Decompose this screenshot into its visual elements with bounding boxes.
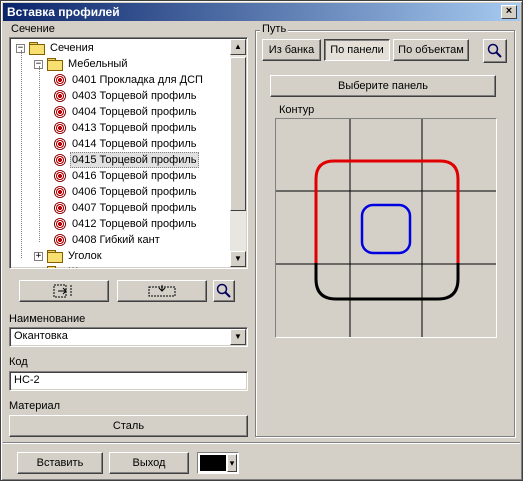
tree-folder-item[interactable]: − Сечения bbox=[16, 40, 96, 56]
tree-item-label: 0404 Торцевой профиль bbox=[72, 106, 197, 118]
tree-profile-item[interactable]: 0413 Торцевой профиль bbox=[54, 120, 199, 136]
tree-profile-item[interactable]: 0407 Торцевой профиль bbox=[54, 200, 199, 216]
tree-profile-item[interactable]: 0415 Торцевой профиль bbox=[54, 152, 199, 168]
tree-scrollbar[interactable]: ▲ ▼ bbox=[230, 39, 246, 267]
tree-item-label: 0403 Торцевой профиль bbox=[72, 90, 197, 102]
tree-folder-item[interactable]: − Мебельный bbox=[34, 56, 130, 72]
inner-contour bbox=[360, 203, 412, 255]
tree-item-label: 0408 Гибкий кант bbox=[72, 234, 160, 246]
tab-by-panel[interactable]: По панели bbox=[324, 39, 390, 61]
folder-icon bbox=[47, 266, 63, 268]
tree-item-label: 0407 Торцевой профиль bbox=[72, 202, 197, 214]
window-title: Вставка профилей bbox=[7, 5, 120, 19]
insert-edge-button[interactable] bbox=[117, 280, 207, 302]
path-search-button[interactable] bbox=[483, 39, 507, 63]
profile-target-icon bbox=[54, 154, 66, 166]
path-group-title: Путь bbox=[260, 23, 289, 35]
tree-profile-item[interactable]: 0416 Торцевой профиль bbox=[54, 168, 199, 184]
tree-profile-item[interactable]: 0404 Торцевой профиль bbox=[54, 104, 199, 120]
tree-profile-item[interactable]: 0408 Гибкий кант bbox=[54, 232, 162, 248]
expand-icon[interactable]: + bbox=[34, 251, 43, 261]
tab-by-objects[interactable]: По объектам bbox=[393, 39, 469, 61]
profile-target-icon bbox=[54, 106, 66, 118]
tree-folder-item[interactable]: + Ш... bbox=[34, 264, 89, 268]
scroll-thumb[interactable] bbox=[230, 57, 246, 211]
tree-item-label: 0413 Торцевой профиль bbox=[72, 122, 197, 134]
chevron-down-icon[interactable]: ▼ bbox=[230, 329, 246, 345]
tree-item-label: 0415 Торцевой профиль bbox=[70, 152, 199, 168]
tree-item-label: Уголок bbox=[68, 250, 102, 262]
material-label: Материал bbox=[9, 400, 60, 412]
name-value: Окантовка bbox=[14, 330, 68, 342]
tree-item-label: Сечения bbox=[50, 42, 94, 54]
expand-icon[interactable]: + bbox=[34, 267, 43, 268]
folder-icon bbox=[29, 42, 45, 55]
dialog-window: Вставка профилей × Сечение − Сечения − Мебе… bbox=[0, 0, 523, 481]
profile-target-icon bbox=[54, 202, 66, 214]
code-label: Код bbox=[9, 356, 28, 368]
insert-frame-button[interactable] bbox=[19, 280, 109, 302]
footer-separator bbox=[3, 442, 520, 444]
tree-item-label: 0416 Торцевой профиль bbox=[72, 170, 197, 182]
magnifier-icon bbox=[487, 43, 502, 58]
name-label: Наименование bbox=[9, 313, 86, 325]
folder-icon bbox=[47, 250, 63, 263]
tab-from-bank[interactable]: Из банка bbox=[262, 39, 321, 61]
profile-target-icon bbox=[54, 218, 66, 230]
tree-profile-item[interactable]: 0403 Торцевой профиль bbox=[54, 88, 199, 104]
close-button[interactable]: × bbox=[501, 5, 517, 19]
select-panel-button[interactable]: Выберите панель bbox=[270, 75, 496, 97]
section-label: Сечение bbox=[11, 23, 55, 35]
scroll-down-button[interactable]: ▼ bbox=[230, 251, 246, 267]
profile-target-icon bbox=[54, 138, 66, 150]
tree-item-label: Ш... bbox=[66, 264, 89, 268]
section-tree[interactable]: − Сечения − Мебельный 0401 Прокладка для ДСП… bbox=[9, 37, 248, 269]
tree-item-label: 0414 Торцевой профиль bbox=[72, 138, 197, 150]
tree-profile-item[interactable]: 0401 Прокладка для ДСП bbox=[54, 72, 205, 88]
tree-item-label: 0401 Прокладка для ДСП bbox=[72, 74, 203, 86]
tree-item-label: Мебельный bbox=[68, 58, 128, 70]
folder-icon bbox=[47, 58, 63, 71]
profile-target-icon bbox=[54, 122, 66, 134]
tree-profile-item[interactable]: 0406 Торцевой профиль bbox=[54, 184, 199, 200]
profile-target-icon bbox=[54, 170, 66, 182]
scroll-up-button[interactable]: ▲ bbox=[230, 39, 246, 55]
tree-profile-item[interactable]: 0414 Торцевой профиль bbox=[54, 136, 199, 152]
name-combo[interactable]: Окантовка ▼ bbox=[9, 327, 248, 347]
insert-frame-icon bbox=[53, 284, 72, 298]
contour-drawing bbox=[276, 119, 496, 337]
profile-target-icon bbox=[54, 186, 66, 198]
code-value: НС-2 bbox=[14, 374, 40, 386]
code-input[interactable]: НС-2 bbox=[9, 371, 248, 391]
tree-search-button[interactable] bbox=[213, 280, 235, 302]
outer-contour-bottom bbox=[314, 263, 460, 301]
exit-button[interactable]: Выход bbox=[109, 452, 189, 474]
material-button[interactable]: Сталь bbox=[9, 415, 248, 437]
contour-preview bbox=[275, 118, 497, 338]
insert-edge-icon bbox=[148, 285, 176, 297]
contour-label: Контур bbox=[279, 104, 315, 116]
color-picker[interactable]: ▾ bbox=[197, 452, 239, 474]
title-bar[interactable]: Вставка профилей × bbox=[3, 3, 520, 21]
tree-connector bbox=[21, 50, 22, 258]
profile-target-icon bbox=[54, 234, 66, 246]
tree-profile-item[interactable]: 0412 Торцевой профиль bbox=[54, 216, 199, 232]
profile-target-icon bbox=[54, 90, 66, 102]
profile-target-icon bbox=[54, 74, 66, 86]
insert-button[interactable]: Вставить bbox=[17, 452, 103, 474]
tree-folder-item[interactable]: + Уголок bbox=[34, 248, 104, 264]
color-swatch bbox=[200, 455, 226, 471]
tree-item-label: 0412 Торцевой профиль bbox=[72, 218, 197, 230]
tree-item-label: 0406 Торцевой профиль bbox=[72, 186, 197, 198]
chevron-down-icon[interactable]: ▾ bbox=[227, 454, 237, 472]
tree-connector bbox=[39, 66, 40, 242]
magnifier-icon bbox=[216, 283, 231, 298]
